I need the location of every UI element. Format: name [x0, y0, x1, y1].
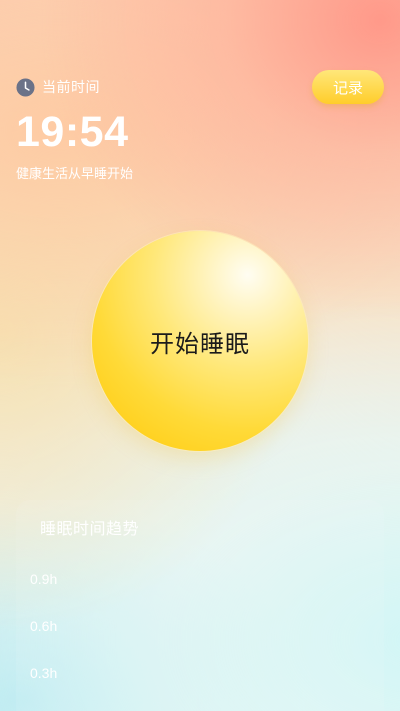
trend-y-tick: 0.6h [30, 618, 58, 634]
trend-y-tick: 0.3h [30, 665, 58, 681]
start-sleep-button[interactable]: 开始睡眠 [92, 231, 308, 451]
sleep-trend-title: 睡眠时间趋势 [40, 519, 140, 538]
health-slogan: 健康生活从早睡开始 [16, 167, 134, 182]
current-time-header: 当前时间 [16, 77, 100, 97]
current-time-value: 19:54 [16, 108, 129, 156]
current-time-label: 当前时间 [42, 80, 100, 96]
clock-icon [16, 77, 35, 97]
trend-y-tick: 0.9h [30, 571, 58, 587]
record-button[interactable]: 记录 [312, 70, 384, 104]
start-sleep-label: 开始睡眠 [150, 329, 250, 358]
